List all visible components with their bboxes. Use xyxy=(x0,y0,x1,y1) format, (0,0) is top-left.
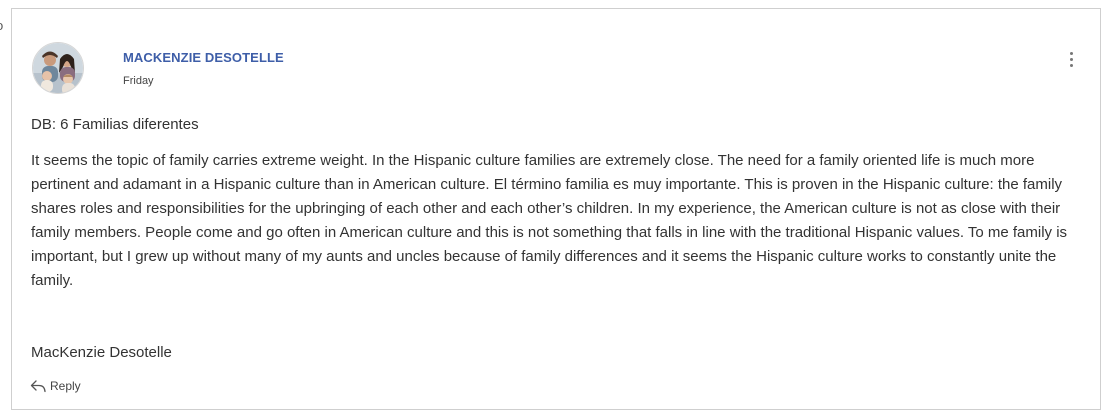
edge-cut-off-glyph: o xyxy=(0,19,3,32)
reply-label: Reply xyxy=(50,379,81,393)
avatar[interactable] xyxy=(32,42,84,94)
post-body: It seems the topic of family carries ext… xyxy=(31,152,1068,289)
post-signature: MacKenzie Desotelle xyxy=(31,344,172,361)
post-date: Friday xyxy=(123,75,154,87)
reply-button[interactable]: Reply xyxy=(30,377,81,395)
author-name[interactable]: MACKENZIE DESOTELLE xyxy=(123,50,284,65)
more-vertical-icon xyxy=(1062,52,1080,67)
post-title: DB: 6 Familias diferentes xyxy=(31,116,199,133)
discussion-post: MACKENZIE DESOTELLE Friday DB: 6 Familia… xyxy=(11,8,1101,410)
more-options-button[interactable] xyxy=(1062,49,1080,71)
avatar-family-photo-icon xyxy=(33,43,83,93)
reply-arrow-icon xyxy=(30,380,46,393)
